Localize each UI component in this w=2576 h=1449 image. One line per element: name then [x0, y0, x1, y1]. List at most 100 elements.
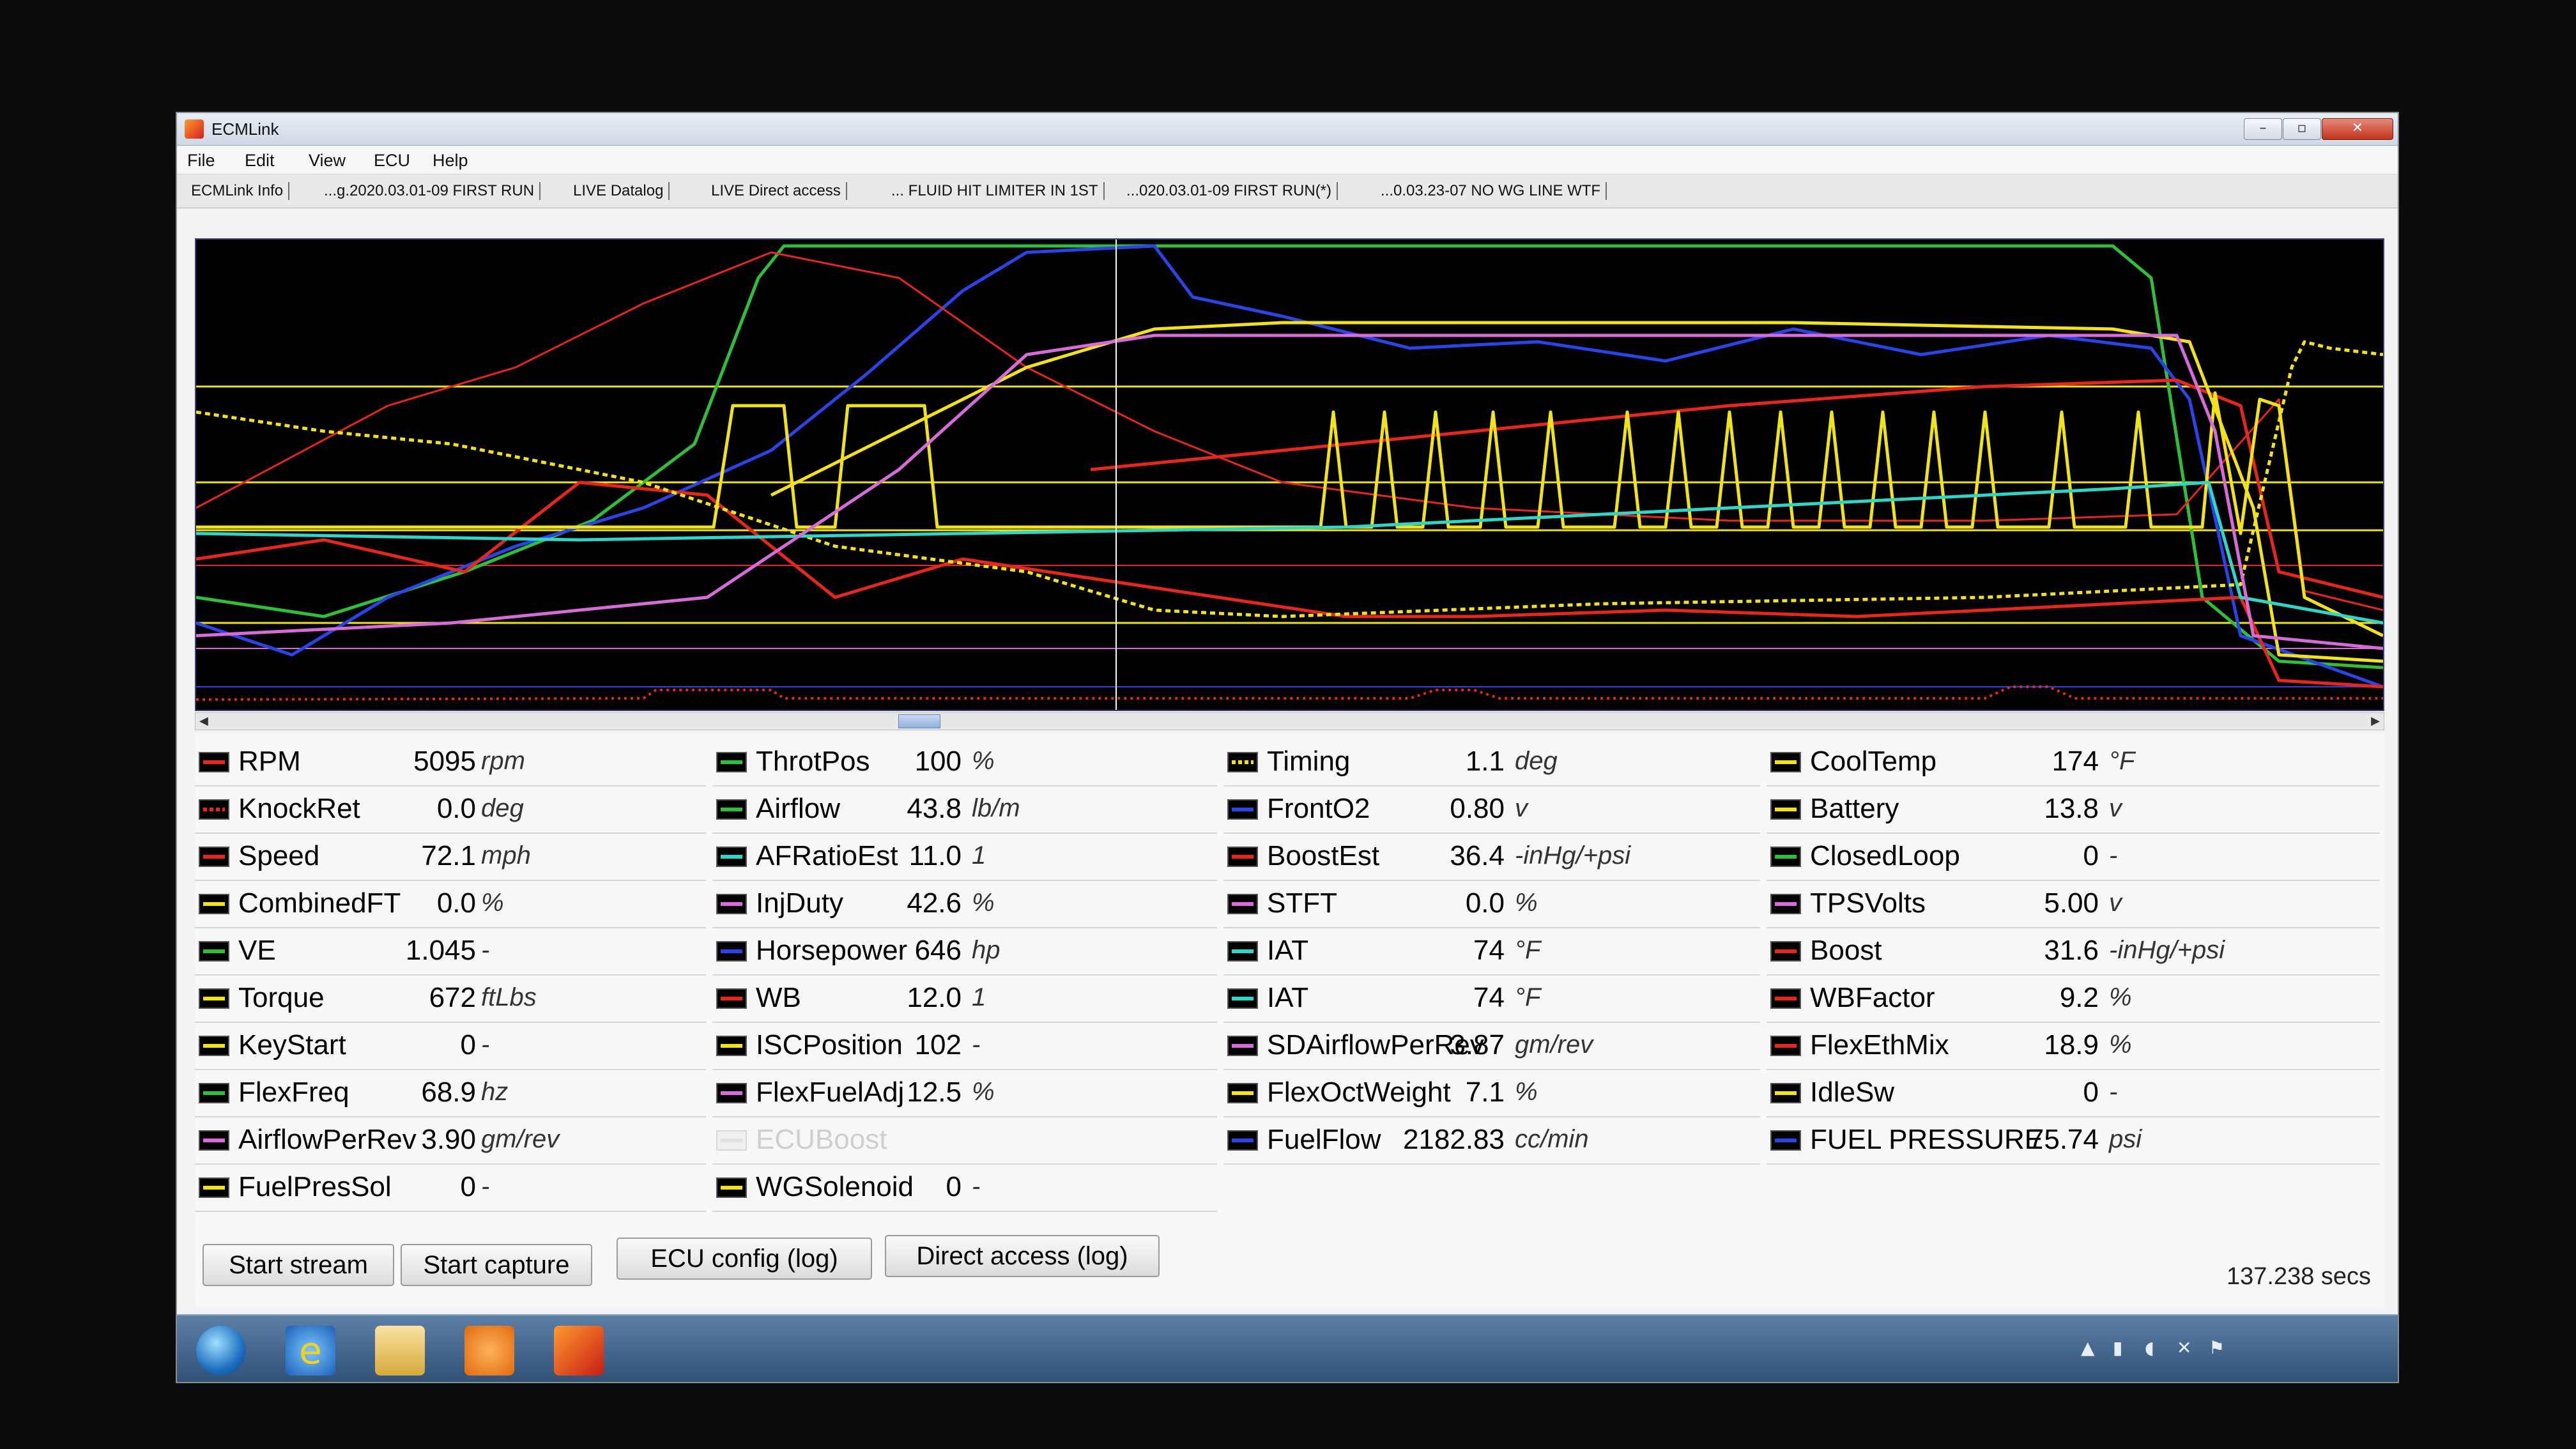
tab-first-run-modified[interactable]: ...020.03.01-09 FIRST RUN(*)	[1121, 182, 1338, 200]
trace-color-swatch[interactable]	[199, 1130, 229, 1151]
file-explorer-icon[interactable]	[375, 1326, 425, 1376]
param-row-closedloop[interactable]: ClosedLoop 0-	[1767, 834, 2380, 881]
start-capture-button[interactable]: Start capture	[401, 1244, 592, 1286]
scrollbar-thumb[interactable]	[898, 714, 940, 728]
trace-color-swatch[interactable]	[1227, 1130, 1258, 1151]
param-row-flexethmix[interactable]: FlexEthMix 18.9%	[1767, 1023, 2380, 1070]
menu-file[interactable]: File	[187, 151, 215, 171]
trace-color-swatch[interactable]	[199, 1083, 229, 1103]
tab-ecmlink-info[interactable]: ECMLink Info	[186, 182, 290, 200]
trace-color-swatch[interactable]	[199, 988, 229, 1009]
trace-color-swatch[interactable]	[199, 1177, 229, 1198]
trace-color-swatch[interactable]	[716, 941, 747, 962]
param-row-wbfactor[interactable]: WBFactor 9.2%	[1767, 976, 2380, 1023]
param-row-torque[interactable]: Torque 672 ftLbs	[195, 976, 706, 1023]
trace-color-swatch[interactable]	[1770, 799, 1801, 820]
param-row-afratioest[interactable]: AFRatioEst 11.0 1	[712, 834, 1217, 881]
trace-color-swatch[interactable]	[716, 1177, 747, 1198]
close-button[interactable]: ✕	[2322, 118, 2393, 140]
param-row-timing[interactable]: Timing 1.1 deg	[1223, 739, 1760, 786]
tab-live-datalog[interactable]: LIVE Datalog	[568, 182, 670, 200]
direct-access-log-button[interactable]: Direct access (log)	[885, 1235, 1160, 1277]
tab-first-run-log[interactable]: ...g.2020.03.01-09 FIRST RUN	[319, 182, 541, 200]
param-row-fuelpressol[interactable]: FuelPresSol 0-	[195, 1165, 706, 1212]
trace-color-swatch[interactable]	[1227, 988, 1258, 1009]
trace-color-swatch[interactable]	[1770, 988, 1801, 1009]
title-bar[interactable]: ECMLink – ▫ ✕	[177, 113, 2398, 146]
param-row-fuelflow[interactable]: FuelFlow 2182.83 cc/min	[1223, 1117, 1760, 1165]
param-row-cooltemp[interactable]: CoolTemp 174 °F	[1767, 739, 2380, 786]
graph-scrollbar[interactable]: ◀ ▶	[195, 712, 2384, 730]
param-row-combinedft[interactable]: CombinedFT 0.0%	[195, 881, 706, 928]
menu-edit[interactable]: Edit	[245, 151, 275, 171]
param-row-flexfreq[interactable]: FlexFreq 68.9 hz	[195, 1070, 706, 1117]
trace-color-swatch[interactable]	[716, 1130, 747, 1151]
minimize-button[interactable]: –	[2244, 118, 2282, 140]
trace-color-swatch[interactable]	[1227, 752, 1258, 772]
trace-color-swatch[interactable]	[199, 941, 229, 962]
trace-color-swatch[interactable]	[716, 752, 747, 772]
param-row-ecuboost[interactable]: ECUBoost	[712, 1117, 1217, 1165]
param-row-speed[interactable]: Speed 72.1 mph	[195, 834, 706, 881]
trace-color-swatch[interactable]	[716, 1083, 747, 1103]
param-row-fuel-pressure[interactable]: FUEL PRESSURE 75.74 psi	[1767, 1117, 2380, 1165]
param-row-sdairflowperrev[interactable]: SDAirflowPerRev 3.87 gm/rev	[1223, 1023, 1760, 1070]
trace-color-swatch[interactable]	[1227, 894, 1258, 914]
param-row-boostest[interactable]: BoostEst 36.4 -inHg/+psi	[1223, 834, 1760, 881]
trace-color-swatch[interactable]	[716, 894, 747, 914]
param-row-keystart[interactable]: KeyStart 0-	[195, 1023, 706, 1070]
tab-fluid-hit-limiter[interactable]: ... FLUID HIT LIMITER IN 1ST	[886, 182, 1105, 200]
action-center-flag-icon[interactable]: ⚑	[2209, 1337, 2225, 1358]
trace-color-swatch[interactable]	[1227, 847, 1258, 867]
tab-no-wg-line[interactable]: ...0.03.23-07 NO WG LINE WTF	[1376, 182, 1607, 200]
param-row-wb[interactable]: WB 12.0 1	[712, 976, 1217, 1023]
menu-view[interactable]: View	[309, 151, 346, 171]
param-row-tpsvolts[interactable]: TPSVolts 5.00 v	[1767, 881, 2380, 928]
trace-color-swatch[interactable]	[1770, 894, 1801, 914]
ecu-config-log-button[interactable]: ECU config (log)	[617, 1238, 872, 1280]
tray-expand-icon[interactable]: ▲	[2081, 1337, 2095, 1358]
trace-color-swatch[interactable]	[716, 1036, 747, 1056]
param-row-wgsolenoid[interactable]: WGSolenoid 0-	[712, 1165, 1217, 1212]
param-row-throtpos[interactable]: ThrotPos 100%	[712, 739, 1217, 786]
start-button-icon[interactable]	[196, 1326, 246, 1376]
param-row-horsepower[interactable]: Horsepower 646 hp	[712, 928, 1217, 976]
param-row-fronto2[interactable]: FrontO2 0.80 v	[1223, 786, 1760, 834]
network-tray-icon[interactable]: ✕	[2177, 1337, 2191, 1358]
scroll-left-arrow-icon[interactable]: ◀	[199, 714, 208, 728]
menu-ecu[interactable]: ECU	[374, 151, 410, 171]
trace-color-swatch[interactable]	[716, 799, 747, 820]
trace-color-swatch[interactable]	[1227, 1083, 1258, 1103]
param-row-battery[interactable]: Battery 13.8 v	[1767, 786, 2380, 834]
media-player-icon[interactable]	[464, 1326, 514, 1376]
ecmlink-taskbar-icon[interactable]	[554, 1326, 604, 1376]
trace-color-swatch[interactable]	[1770, 847, 1801, 867]
trace-color-swatch[interactable]	[716, 847, 747, 867]
internet-explorer-icon[interactable]: e	[286, 1326, 335, 1376]
param-row-iat[interactable]: IAT 74 °F	[1223, 928, 1760, 976]
tab-live-direct-access[interactable]: LIVE Direct access	[706, 182, 847, 200]
trace-color-swatch[interactable]	[199, 1036, 229, 1056]
scroll-right-arrow-icon[interactable]: ▶	[2371, 714, 2380, 728]
battery-tray-icon[interactable]: ▮	[2113, 1337, 2122, 1358]
trace-color-swatch[interactable]	[1770, 752, 1801, 772]
trace-color-swatch[interactable]	[199, 894, 229, 914]
param-row-flexoctweight[interactable]: FlexOctWeight 7.1%	[1223, 1070, 1760, 1117]
maximize-button[interactable]: ▫	[2283, 118, 2321, 140]
param-row-iat[interactable]: IAT 74 °F	[1223, 976, 1760, 1023]
trace-color-swatch[interactable]	[716, 988, 747, 1009]
param-row-injduty[interactable]: InjDuty 42.6%	[712, 881, 1217, 928]
param-row-boost[interactable]: Boost 31.6 -inHg/+psi	[1767, 928, 2380, 976]
trace-color-swatch[interactable]	[1227, 1036, 1258, 1056]
param-row-airflow[interactable]: Airflow 43.8 lb/m	[712, 786, 1217, 834]
param-row-iscposition[interactable]: ISCPosition 102-	[712, 1023, 1217, 1070]
datalog-graph[interactable]	[195, 238, 2384, 711]
trace-color-swatch[interactable]	[199, 752, 229, 772]
trace-color-swatch[interactable]	[1770, 941, 1801, 962]
trace-color-swatch[interactable]	[1770, 1083, 1801, 1103]
trace-color-swatch[interactable]	[1227, 799, 1258, 820]
trace-color-swatch[interactable]	[1770, 1036, 1801, 1056]
trace-color-swatch[interactable]	[1227, 941, 1258, 962]
menu-help[interactable]: Help	[433, 151, 468, 171]
start-stream-button[interactable]: Start stream	[203, 1244, 394, 1286]
